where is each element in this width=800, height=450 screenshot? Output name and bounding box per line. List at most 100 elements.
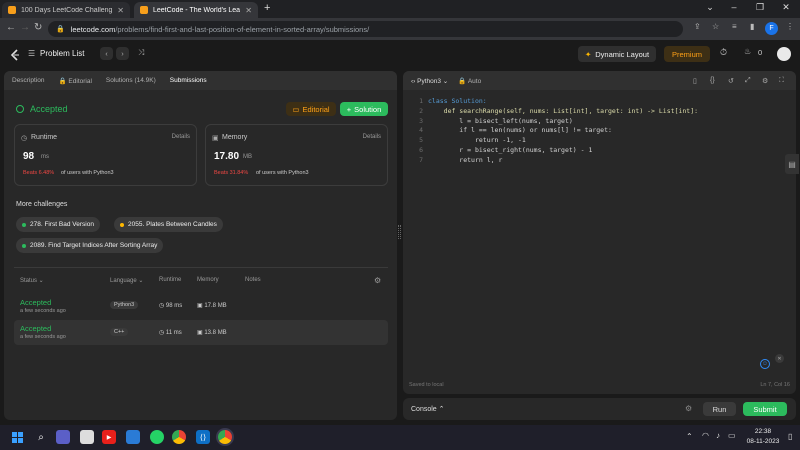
chrome-active-icon[interactable] (218, 430, 232, 444)
problem-list-link[interactable]: Problem List (40, 49, 84, 58)
memory-beats: Beats 31.84% (214, 170, 249, 176)
tray-chevron-icon[interactable]: ⌃ (686, 432, 693, 441)
row-language-badge: C++ (110, 328, 129, 336)
url-input[interactable]: 🔒 leetcode.com/problems/find-first-and-l… (48, 21, 683, 37)
runtime-details-link[interactable]: Details (172, 134, 190, 140)
line-number: 1 (419, 97, 423, 105)
leetcode-logo-icon[interactable] (10, 48, 20, 61)
code-line: l = bisect_left(nums, target) (428, 116, 573, 125)
minimize-icon[interactable]: – (724, 2, 744, 12)
memory-details-link[interactable]: Details (363, 134, 381, 140)
profile-avatar[interactable]: F (765, 22, 778, 35)
forward-icon[interactable]: → (20, 22, 30, 33)
wifi-icon[interactable]: ◠ (702, 431, 709, 440)
tab-editorial[interactable]: 🔒 Editorial (59, 77, 92, 85)
settings-gear-icon[interactable]: ⚙ (685, 404, 692, 413)
run-button[interactable]: Run (703, 402, 736, 416)
menu-kebab-icon[interactable]: ⋮ (786, 22, 794, 31)
table-row[interactable]: Accepted a few seconds ago Python3 ◷ 98 … (14, 294, 388, 318)
fire-icon[interactable]: ♨ (744, 47, 751, 56)
memory-card[interactable]: ▣ Memory Details 17.80 MB Beats 31.84% o… (205, 124, 388, 186)
notification-icon[interactable]: ▯ (788, 432, 792, 441)
close-icon[interactable]: ✕ (775, 354, 784, 363)
dynamic-layout-button[interactable]: ✦ Dynamic Layout (578, 46, 656, 62)
close-tab-icon[interactable]: ✕ (117, 6, 124, 15)
settings-gear-icon[interactable]: ⚙ (374, 276, 381, 285)
reading-list-icon[interactable]: ≡ (732, 22, 737, 31)
editorial-button[interactable]: ▭ Editorial (286, 102, 336, 116)
code-line: r = bisect_right(nums, target) - 1 (428, 146, 593, 154)
challenge-chip[interactable]: 2089. Find Target Indices After Sorting … (16, 238, 164, 253)
windows-start-icon[interactable] (10, 430, 24, 444)
code-line: return -1, -1 (428, 136, 526, 145)
table-row[interactable]: Accepted a few seconds ago C++ ◷ 11 ms ▣… (14, 320, 388, 345)
panel-resize-handle[interactable] (398, 225, 401, 239)
teams-icon[interactable] (56, 430, 70, 444)
clock-time[interactable]: 22:38 (748, 428, 778, 435)
braces-icon[interactable]: {} (710, 77, 715, 84)
memory-beats-suffix: of users with Python3 (256, 170, 309, 176)
expand-icon[interactable]: ⤢ (745, 77, 751, 85)
fullscreen-icon[interactable]: ⛶ (779, 77, 784, 85)
explorer-icon[interactable] (126, 430, 140, 444)
chat-feedback-icon[interactable]: ☺ (760, 359, 770, 369)
bookmark-star-icon[interactable]: ☆ (712, 22, 719, 31)
back-icon[interactable]: ← (6, 22, 16, 33)
task-view-icon[interactable] (80, 430, 94, 444)
row-language-badge: Python3 (110, 301, 139, 309)
row-memory: ▣ 13.8 MB (197, 330, 227, 336)
submit-button[interactable]: Submit (743, 402, 787, 416)
browser-tab-2[interactable]: LeetCode - The World's Leadin ✕ (134, 2, 258, 18)
search-icon[interactable]: ⌕ (34, 430, 48, 444)
bookmark-icon[interactable]: ▯ (693, 77, 697, 85)
user-avatar[interactable] (777, 47, 791, 61)
notification-count: 0 (758, 48, 763, 57)
whatsapp-icon[interactable] (150, 430, 164, 444)
side-panel-icon[interactable]: ▮ (750, 22, 754, 31)
auto-mode-toggle[interactable]: 🔒 Auto (458, 77, 481, 85)
youtube-icon[interactable]: ▶ (102, 430, 116, 444)
row-runtime: ◷ 98 ms (159, 303, 183, 309)
code-line: if l == len(nums) or nums[l] != target: (428, 126, 612, 135)
premium-button[interactable]: Premium (664, 46, 710, 62)
clock-date[interactable]: 08-11-2023 (744, 438, 782, 445)
row-runtime: ◷ 11 ms (159, 330, 182, 336)
code-area[interactable]: 1 2 3 4 5 6 7 class Solution: def search… (403, 97, 796, 187)
volume-icon[interactable]: ♪ (716, 431, 720, 440)
language-select[interactable]: ‹› Python3 ⌄ (411, 77, 448, 85)
maximize-icon[interactable]: ❐ (750, 2, 770, 13)
battery-icon[interactable]: ▭ (728, 431, 736, 440)
tab-submissions[interactable]: Submissions (170, 77, 207, 84)
tab-search-icon[interactable]: ⌄ (700, 2, 720, 13)
solution-button[interactable]: + Solution (340, 102, 388, 116)
tab-description[interactable]: Description (12, 77, 45, 84)
col-status[interactable]: Status ⌄ (20, 277, 44, 284)
challenge-chip[interactable]: 2055. Plates Between Candles (114, 217, 223, 232)
reset-icon[interactable]: ↺ (728, 77, 734, 85)
chrome-icon[interactable] (172, 430, 186, 444)
close-window-icon[interactable]: ✕ (776, 2, 796, 13)
reload-icon[interactable]: ↻ (34, 22, 42, 33)
timer-icon[interactable]: ⏱ (720, 47, 727, 58)
row-status[interactable]: Accepted (20, 324, 51, 333)
challenge-chip[interactable]: 278. First Bad Version (16, 217, 100, 232)
vscode-icon[interactable]: ⟨⟩ (196, 430, 210, 444)
code-editor-panel: ‹› Python3 ⌄ 🔒 Auto ▯ {} ↺ ⤢ ⚙ ⛶ 1 2 3 4… (403, 71, 796, 394)
close-tab-icon[interactable]: ✕ (245, 6, 252, 15)
tab-solutions[interactable]: Solutions (14.9K) (106, 77, 156, 84)
console-toggle[interactable]: Console ⌃ (411, 405, 445, 413)
settings-gear-icon[interactable]: ⚙ (762, 77, 768, 85)
runtime-title: Runtime (31, 134, 58, 141)
notes-side-tab[interactable]: ▤ (785, 154, 799, 174)
share-icon[interactable]: ⇪ (694, 22, 701, 31)
address-bar-row: ← → ↻ 🔒 leetcode.com/problems/find-first… (0, 18, 800, 40)
new-tab-icon[interactable]: + (264, 2, 270, 14)
prev-problem-button[interactable]: ‹ (100, 47, 113, 60)
memory-title: Memory (222, 134, 248, 141)
shuffle-icon[interactable]: ⤨ (138, 48, 144, 58)
row-status[interactable]: Accepted (20, 298, 51, 307)
next-problem-button[interactable]: › (116, 47, 129, 60)
runtime-card[interactable]: ◷ Runtime Details 98 ms Beats 6.48% of u… (14, 124, 197, 186)
browser-tab-1[interactable]: 100 Days LeetCode Challenge - ✕ (2, 2, 130, 18)
col-language[interactable]: Language ⌄ (110, 277, 143, 284)
